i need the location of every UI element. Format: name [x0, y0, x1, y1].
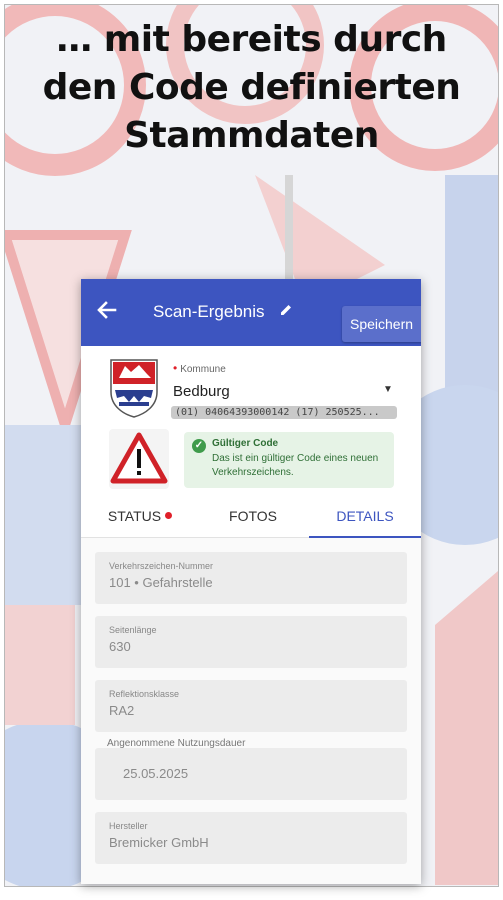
field-value: 630: [109, 639, 131, 654]
field-sign-number[interactable]: Verkehrszeichen-Nummer 101 • Gefahrstell…: [95, 552, 407, 604]
save-button[interactable]: Speichern: [342, 306, 421, 342]
phone-screen: Scan-Ergebnis Speichern • Kommune Bedburg…: [81, 279, 421, 884]
valid-title: Gültiger Code: [212, 438, 279, 449]
headline: … mit bereits durch den Code definierten…: [0, 16, 503, 160]
field-label: Verkehrszeichen-Nummer: [109, 561, 214, 571]
chevron-down-icon[interactable]: ▼: [383, 384, 393, 395]
details-content: Verkehrszeichen-Nummer 101 • Gefahrstell…: [81, 538, 421, 884]
edit-icon[interactable]: [279, 303, 293, 321]
field-manufacturer[interactable]: Hersteller Bremicker GmbH: [95, 812, 407, 864]
field-value: RA2: [109, 703, 135, 718]
sign-preview[interactable]: [109, 429, 169, 489]
app-bar: Scan-Ergebnis Speichern: [81, 279, 421, 346]
valid-code-notice: ✓ Gültiger Code Das ist ein gültiger Cod…: [184, 432, 394, 488]
tab-details[interactable]: DETAILS: [309, 501, 421, 538]
kommune-label: • Kommune: [173, 361, 226, 375]
status-dot: [165, 512, 173, 519]
headline-line-1: … mit bereits durch: [56, 19, 447, 60]
field-label: Hersteller: [109, 821, 148, 831]
field-reflection-class[interactable]: Reflektionsklasse RA2: [95, 680, 407, 732]
kommune-row: • Kommune Bedburg ▼ (01) 04064393000142 (…: [81, 346, 421, 426]
field-value: Bremicker GmbH: [109, 835, 209, 850]
code-chip: (01) 04064393000142 (17) 250525...: [171, 406, 397, 419]
valid-text: Das ist ein gültiger Code eines neuen Ve…: [212, 453, 379, 478]
crest-icon: [110, 359, 158, 418]
field-label: Seitenlänge: [109, 625, 157, 635]
warning-sign-icon: [110, 432, 168, 484]
tab-status[interactable]: STATUS: [95, 501, 185, 537]
tab-bar: STATUS FOTOS DETAILS: [81, 501, 421, 538]
page-title: Scan-Ergebnis: [153, 302, 265, 321]
field-label: Reflektionsklasse: [109, 689, 180, 699]
kommune-label-text: Kommune: [180, 364, 226, 375]
field-value: 101 • Gefahrstelle: [109, 575, 213, 590]
field-side-length[interactable]: Seitenlänge 630: [95, 616, 407, 668]
tab-fotos[interactable]: FOTOS: [203, 501, 303, 537]
arrow-left-icon[interactable]: [95, 299, 121, 325]
sign-row: ✓ Gültiger Code Das ist ein gültiger Cod…: [81, 426, 421, 501]
headline-line-3: Stammdaten: [124, 115, 379, 156]
field-usage-duration[interactable]: 25.05.2025: [95, 748, 407, 800]
kommune-select[interactable]: Bedburg: [173, 383, 230, 400]
check-circle-icon: ✓: [192, 439, 206, 453]
tab-status-label: STATUS: [107, 508, 162, 524]
headline-line-2: den Code definierten: [42, 67, 461, 108]
field-value: 25.05.2025: [123, 766, 189, 781]
